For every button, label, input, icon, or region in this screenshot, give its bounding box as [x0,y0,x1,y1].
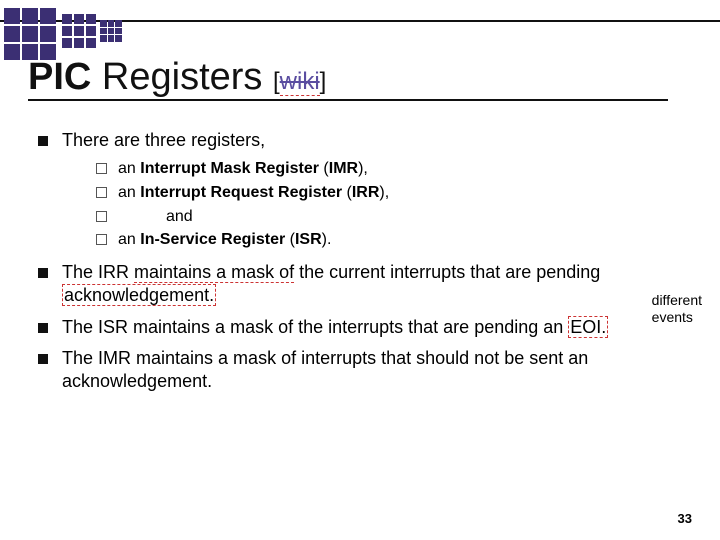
sub-list: an Interrupt Mask Register (IMR), an Int… [96,158,692,250]
bullet-1-text: There are three registers, [62,130,265,150]
annot-ack: acknowledgement. [62,284,216,306]
sub-and: and [96,206,692,228]
sub-3: an In-Service Register (ISR). [96,229,692,251]
bullet-4: The IMR maintains a mask of interrupts t… [38,347,692,394]
sub-2: an Interrupt Request Register (IRR), [96,182,692,204]
bullet-2: The IRR maintains a mask of the current … [38,261,692,308]
title-underline [28,99,668,101]
title-bold: PIC [28,56,91,98]
wiki-link[interactable]: wiki [280,68,320,96]
sub-1: an Interrupt Mask Register (IMR), [96,158,692,180]
note-line-1: different [652,292,702,309]
note-line-2: events [652,309,702,326]
title-rest: Registers [91,56,273,98]
annot-eoi: EOI. [568,316,608,338]
annot-maintains: maintains a mask of [134,262,294,283]
wiki-ref: [wiki] [273,68,326,96]
bullet-3: The ISR maintains a mask of the interrup… [38,316,692,339]
bullet-list: There are three registers, an Interrupt … [38,129,692,394]
margin-note: different events [652,292,702,326]
slide-title: PIC Registers [wiki] [28,56,692,99]
page-number: 33 [678,511,692,526]
bullet-1: There are three registers, an Interrupt … [38,129,692,251]
